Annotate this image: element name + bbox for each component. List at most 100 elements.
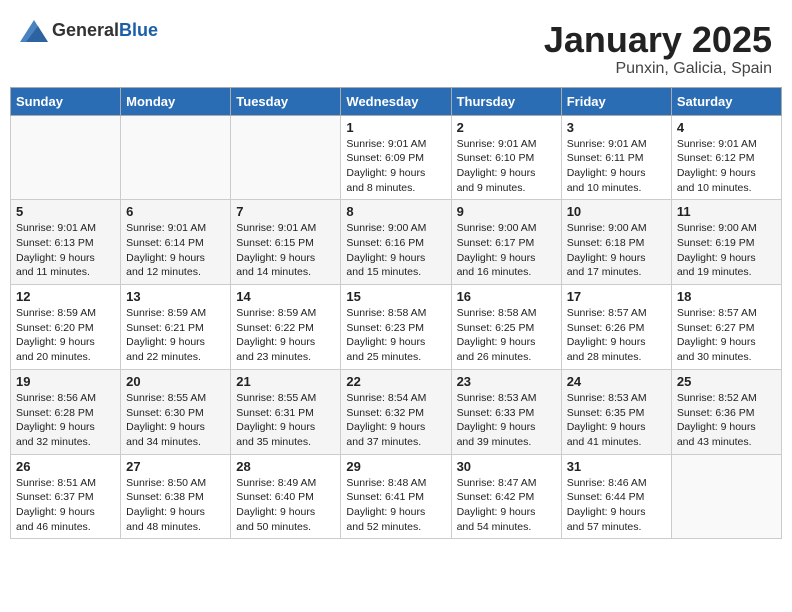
day-content: Sunrise: 8:58 AM Sunset: 6:23 PM Dayligh… (346, 306, 445, 365)
weekday-header-friday: Friday (561, 87, 671, 115)
calendar-cell (671, 454, 781, 539)
day-number: 10 (567, 204, 666, 219)
calendar-cell: 3 Sunrise: 9:01 AM Sunset: 6:11 PM Daylig… (561, 115, 671, 200)
calendar-cell: 20 Sunrise: 8:55 AM Sunset: 6:30 PM Dayli… (121, 369, 231, 454)
logo: GeneralBlue (20, 20, 158, 42)
weekday-header-tuesday: Tuesday (231, 87, 341, 115)
day-content: Sunrise: 8:57 AM Sunset: 6:27 PM Dayligh… (677, 306, 776, 365)
day-number: 14 (236, 289, 335, 304)
day-content: Sunrise: 8:59 AM Sunset: 6:20 PM Dayligh… (16, 306, 115, 365)
calendar-cell (231, 115, 341, 200)
day-number: 11 (677, 204, 776, 219)
day-content: Sunrise: 8:49 AM Sunset: 6:40 PM Dayligh… (236, 476, 335, 535)
day-number: 28 (236, 459, 335, 474)
day-content: Sunrise: 8:56 AM Sunset: 6:28 PM Dayligh… (16, 391, 115, 450)
calendar-cell: 30 Sunrise: 8:47 AM Sunset: 6:42 PM Dayli… (451, 454, 561, 539)
calendar-cell: 11Sunrise: 9:00 AM Sunset: 6:19 PM Dayli… (671, 200, 781, 285)
day-content: Sunrise: 8:53 AM Sunset: 6:35 PM Dayligh… (567, 391, 666, 450)
day-number: 21 (236, 374, 335, 389)
day-content: Sunrise: 9:01 AM Sunset: 6:14 PM Dayligh… (126, 221, 225, 280)
calendar-week-row: 19 Sunrise: 8:56 AM Sunset: 6:28 PM Dayli… (11, 369, 782, 454)
calendar-cell: 19 Sunrise: 8:56 AM Sunset: 6:28 PM Dayli… (11, 369, 121, 454)
calendar-cell: 16 Sunrise: 8:58 AM Sunset: 6:25 PM Dayli… (451, 285, 561, 370)
weekday-header-sunday: Sunday (11, 87, 121, 115)
calendar-week-row: 26Sunrise: 8:51 AM Sunset: 6:37 PM Dayli… (11, 454, 782, 539)
weekday-header-wednesday: Wednesday (341, 87, 451, 115)
day-content: Sunrise: 8:50 AM Sunset: 6:38 PM Dayligh… (126, 476, 225, 535)
calendar-cell: 23Sunrise: 8:53 AM Sunset: 6:33 PM Dayli… (451, 369, 561, 454)
day-content: Sunrise: 8:47 AM Sunset: 6:42 PM Dayligh… (457, 476, 556, 535)
day-number: 9 (457, 204, 556, 219)
day-number: 26 (16, 459, 115, 474)
calendar-cell: 31Sunrise: 8:46 AM Sunset: 6:44 PM Dayli… (561, 454, 671, 539)
day-number: 19 (16, 374, 115, 389)
day-content: Sunrise: 8:59 AM Sunset: 6:21 PM Dayligh… (126, 306, 225, 365)
weekday-header-thursday: Thursday (451, 87, 561, 115)
calendar-cell: 15 Sunrise: 8:58 AM Sunset: 6:23 PM Dayli… (341, 285, 451, 370)
day-number: 23 (457, 374, 556, 389)
page-header: GeneralBlue January 2025 Punxin, Galicia… (10, 10, 782, 83)
location-title: Punxin, Galicia, Spain (544, 60, 772, 78)
calendar-cell: 2Sunrise: 9:01 AM Sunset: 6:10 PM Daylig… (451, 115, 561, 200)
calendar-cell: 8 Sunrise: 9:00 AM Sunset: 6:16 PM Daylig… (341, 200, 451, 285)
day-content: Sunrise: 9:01 AM Sunset: 6:10 PM Dayligh… (457, 137, 556, 196)
month-title: January 2025 (544, 20, 772, 60)
calendar-cell: 14 Sunrise: 8:59 AM Sunset: 6:22 PM Dayli… (231, 285, 341, 370)
day-number: 31 (567, 459, 666, 474)
day-content: Sunrise: 8:48 AM Sunset: 6:41 PM Dayligh… (346, 476, 445, 535)
calendar-cell: 24 Sunrise: 8:53 AM Sunset: 6:35 PM Dayli… (561, 369, 671, 454)
calendar-cell: 27 Sunrise: 8:50 AM Sunset: 6:38 PM Dayli… (121, 454, 231, 539)
calendar-cell (11, 115, 121, 200)
day-number: 5 (16, 204, 115, 219)
day-content: Sunrise: 9:01 AM Sunset: 6:11 PM Dayligh… (567, 137, 666, 196)
day-number: 12 (16, 289, 115, 304)
day-number: 8 (346, 204, 445, 219)
calendar-header: SundayMondayTuesdayWednesdayThursdayFrid… (11, 87, 782, 115)
day-number: 3 (567, 120, 666, 135)
day-number: 7 (236, 204, 335, 219)
logo-icon (20, 20, 48, 42)
weekday-header-monday: Monday (121, 87, 231, 115)
day-content: Sunrise: 9:01 AM Sunset: 6:09 PM Dayligh… (346, 137, 445, 196)
day-content: Sunrise: 8:57 AM Sunset: 6:26 PM Dayligh… (567, 306, 666, 365)
calendar-cell: 13 Sunrise: 8:59 AM Sunset: 6:21 PM Dayli… (121, 285, 231, 370)
calendar-cell: 22Sunrise: 8:54 AM Sunset: 6:32 PM Dayli… (341, 369, 451, 454)
calendar-body: 1 Sunrise: 9:01 AM Sunset: 6:09 PM Daylig… (11, 115, 782, 539)
day-number: 24 (567, 374, 666, 389)
day-number: 15 (346, 289, 445, 304)
day-content: Sunrise: 8:59 AM Sunset: 6:22 PM Dayligh… (236, 306, 335, 365)
calendar-week-row: 5 Sunrise: 9:01 AM Sunset: 6:13 PM Daylig… (11, 200, 782, 285)
day-number: 30 (457, 459, 556, 474)
day-content: Sunrise: 8:55 AM Sunset: 6:30 PM Dayligh… (126, 391, 225, 450)
day-content: Sunrise: 9:01 AM Sunset: 6:13 PM Dayligh… (16, 221, 115, 280)
day-number: 20 (126, 374, 225, 389)
calendar-cell: 26Sunrise: 8:51 AM Sunset: 6:37 PM Dayli… (11, 454, 121, 539)
day-content: Sunrise: 9:00 AM Sunset: 6:18 PM Dayligh… (567, 221, 666, 280)
calendar-week-row: 12 Sunrise: 8:59 AM Sunset: 6:20 PM Dayli… (11, 285, 782, 370)
day-number: 1 (346, 120, 445, 135)
calendar-cell: 7 Sunrise: 9:01 AM Sunset: 6:15 PM Daylig… (231, 200, 341, 285)
day-content: Sunrise: 8:55 AM Sunset: 6:31 PM Dayligh… (236, 391, 335, 450)
day-number: 18 (677, 289, 776, 304)
calendar-cell: 5 Sunrise: 9:01 AM Sunset: 6:13 PM Daylig… (11, 200, 121, 285)
day-content: Sunrise: 9:00 AM Sunset: 6:16 PM Dayligh… (346, 221, 445, 280)
day-number: 4 (677, 120, 776, 135)
title-area: January 2025 Punxin, Galicia, Spain (544, 20, 772, 78)
day-number: 6 (126, 204, 225, 219)
day-number: 17 (567, 289, 666, 304)
calendar-week-row: 1 Sunrise: 9:01 AM Sunset: 6:09 PM Daylig… (11, 115, 782, 200)
day-content: Sunrise: 8:58 AM Sunset: 6:25 PM Dayligh… (457, 306, 556, 365)
calendar-cell (121, 115, 231, 200)
weekday-header-saturday: Saturday (671, 87, 781, 115)
calendar-cell: 10 Sunrise: 9:00 AM Sunset: 6:18 PM Dayli… (561, 200, 671, 285)
day-number: 22 (346, 374, 445, 389)
day-content: Sunrise: 9:01 AM Sunset: 6:15 PM Dayligh… (236, 221, 335, 280)
calendar-cell: 21 Sunrise: 8:55 AM Sunset: 6:31 PM Dayli… (231, 369, 341, 454)
day-number: 13 (126, 289, 225, 304)
day-number: 16 (457, 289, 556, 304)
calendar-cell: 28 Sunrise: 8:49 AM Sunset: 6:40 PM Dayli… (231, 454, 341, 539)
calendar-cell: 9 Sunrise: 9:00 AM Sunset: 6:17 PM Daylig… (451, 200, 561, 285)
day-number: 27 (126, 459, 225, 474)
day-content: Sunrise: 9:00 AM Sunset: 6:17 PM Dayligh… (457, 221, 556, 280)
calendar-cell: 6 Sunrise: 9:01 AM Sunset: 6:14 PM Daylig… (121, 200, 231, 285)
